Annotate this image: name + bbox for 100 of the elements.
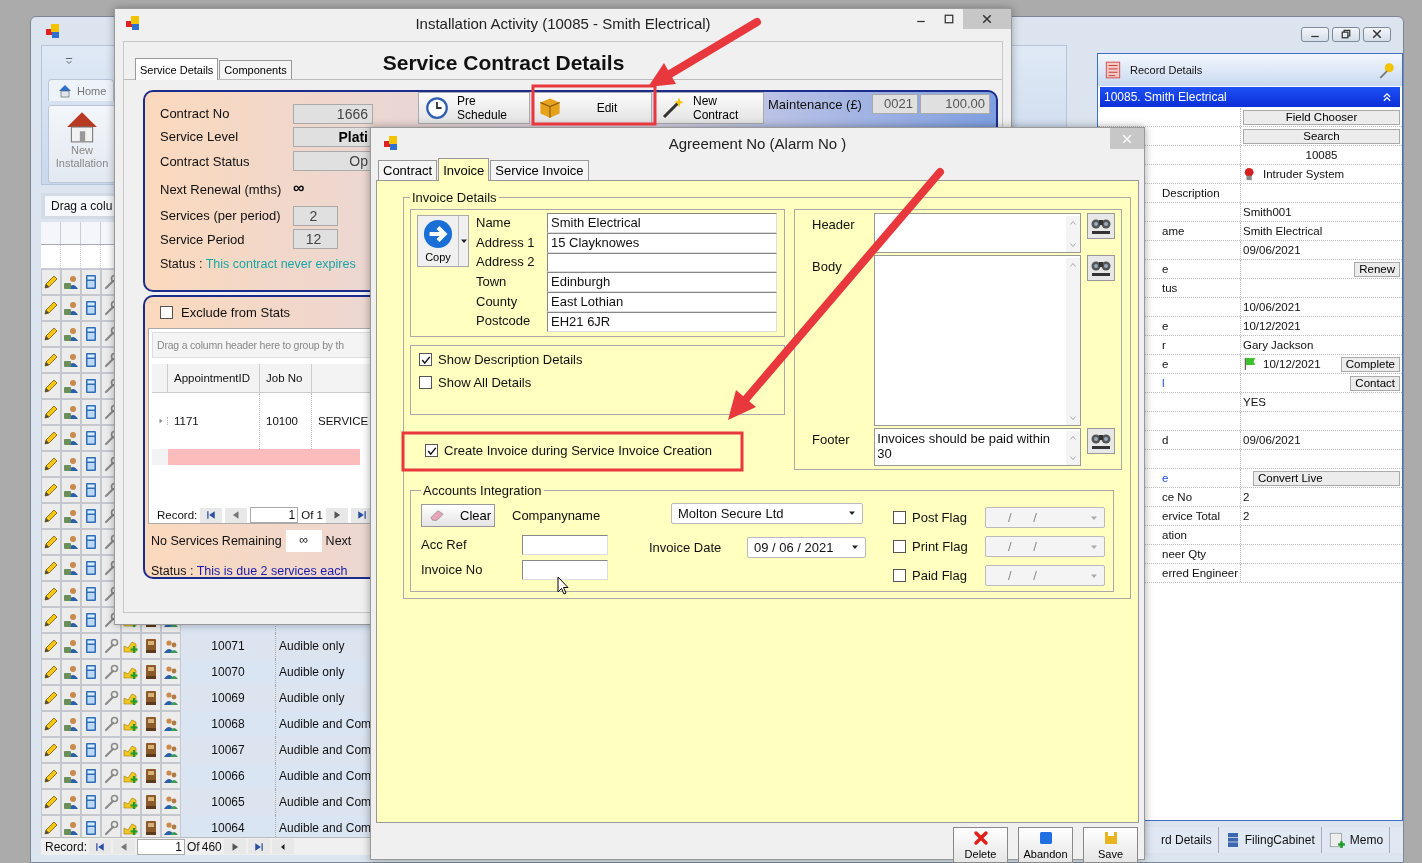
book-icon <box>143 768 159 784</box>
calculator-icon <box>83 378 99 394</box>
person-icon <box>63 716 79 732</box>
scroll-left-button[interactable] <box>271 839 294 854</box>
pencil-icon <box>43 690 59 706</box>
clear-button[interactable]: Clear <box>421 503 495 527</box>
input-field[interactable] <box>522 559 608 580</box>
person-icon <box>63 664 79 680</box>
toolbar-button[interactable]: Pre Schedule <box>418 92 530 124</box>
page-field[interactable]: 1 <box>250 507 299 523</box>
field-value: Intruder System <box>1263 168 1345 180</box>
copy-button[interactable]: Copy <box>417 215 469 267</box>
field-value: 10/12/2021 <box>1263 358 1321 370</box>
app-icon <box>125 15 141 31</box>
next-button[interactable] <box>223 839 246 854</box>
text-area[interactable] <box>874 213 1082 253</box>
value-field: Op <box>293 151 373 171</box>
spell-check-button[interactable] <box>1087 213 1115 239</box>
checkbox[interactable] <box>425 444 438 457</box>
field-label: erred Engineer <box>1162 567 1239 579</box>
house-icon <box>65 110 99 144</box>
checkbox[interactable] <box>419 353 432 366</box>
date-picker[interactable]: 09 / 06 / 2021 <box>747 536 866 558</box>
scroll-down-icon <box>1069 454 1078 462</box>
input-field[interactable] <box>547 253 777 272</box>
input-field[interactable] <box>522 534 608 555</box>
toolbar-button[interactable]: Edit <box>532 92 652 124</box>
close-icon <box>1372 29 1382 39</box>
checkbox[interactable] <box>893 540 906 553</box>
scroll-up-icon <box>1069 261 1078 269</box>
status-text: Status : This contract never expires <box>160 257 356 271</box>
panel-button[interactable]: Convert Live <box>1253 470 1400 486</box>
tab[interactable]: Invoice <box>438 158 490 181</box>
collapse-icon <box>1382 92 1392 102</box>
status-text: Status : This is due 2 services each <box>150 564 348 578</box>
checkbox[interactable] <box>893 511 906 524</box>
field-link[interactable]: e <box>1162 472 1169 484</box>
calculator-icon <box>83 664 99 680</box>
panel-button[interactable]: Complete <box>1340 356 1400 372</box>
input-field[interactable]: Smith Electrical <box>547 213 777 233</box>
toolbar-button[interactable]: New Contract <box>654 92 764 124</box>
pencil-icon <box>43 560 59 576</box>
checkbox[interactable] <box>893 569 906 582</box>
field-value: 09/06/2021 <box>1243 434 1301 446</box>
column-header[interactable]: Job No <box>260 364 312 392</box>
last-button[interactable] <box>350 507 373 523</box>
wrench-icon <box>103 820 119 836</box>
restore-button[interactable] <box>1332 26 1360 42</box>
company-dropdown[interactable]: Molton Secure Ltd <box>671 502 863 524</box>
input-field[interactable]: 15 Clayknowes <box>547 233 777 253</box>
dialog-button[interactable]: Abandon <box>1018 827 1073 863</box>
checkbox[interactable] <box>160 306 173 319</box>
field-label: Next <box>325 534 352 548</box>
next-button[interactable] <box>325 507 348 523</box>
field-label: ation <box>1162 529 1187 541</box>
ribbon-tab[interactable]: Home <box>48 79 114 101</box>
field-label: e <box>1162 358 1169 370</box>
calculator-icon <box>83 300 99 316</box>
last-button[interactable] <box>247 839 270 854</box>
column-header[interactable]: AppointmentID <box>168 364 260 392</box>
calculator-icon <box>83 456 99 472</box>
input-field[interactable]: East Lothian <box>547 292 777 312</box>
tab[interactable]: Contract <box>378 160 438 180</box>
panel-button[interactable]: Field Chooser <box>1243 109 1400 125</box>
field-label: ce No <box>1162 491 1193 503</box>
spell-check-button[interactable] <box>1087 255 1115 281</box>
previous-button[interactable] <box>113 839 136 854</box>
first-button[interactable] <box>89 839 112 854</box>
spell-check-button[interactable] <box>1087 428 1115 454</box>
field-label: Service Period <box>160 231 246 247</box>
input-field[interactable]: EH21 6JR <box>547 312 777 332</box>
tab[interactable]: Components <box>219 60 292 79</box>
value-field: 100.00 <box>920 94 990 114</box>
text-area[interactable]: Invoices should be paid within 30 <box>874 428 1082 466</box>
first-button[interactable] <box>200 507 223 523</box>
pager-label: Record: <box>45 839 88 854</box>
person-icon <box>63 794 79 810</box>
bottom-tab[interactable]: FilingCabinet <box>1218 827 1322 853</box>
table-cell-text: Audible and Com <box>278 742 373 759</box>
tab[interactable]: Service Invoice <box>490 160 589 180</box>
panel-button[interactable]: Contact <box>1350 375 1400 391</box>
close-button[interactable] <box>1363 26 1391 42</box>
text-area[interactable] <box>874 255 1082 426</box>
checkbox[interactable] <box>419 376 432 389</box>
bottom-tab[interactable]: Memo <box>1321 827 1391 853</box>
dialog-button[interactable]: Save <box>1083 827 1138 863</box>
tab[interactable]: Service Details <box>135 58 219 80</box>
field-link[interactable]: l <box>1162 377 1165 389</box>
dialog-button[interactable]: Delete <box>953 827 1008 863</box>
calculator-icon <box>83 612 99 628</box>
field-value: Smith Electrical <box>1243 225 1323 237</box>
input-field[interactable]: Edinburgh <box>547 272 777 292</box>
previous-button[interactable] <box>225 507 248 523</box>
check-icon <box>426 445 437 456</box>
bottom-tab[interactable]: rd Details <box>1155 827 1219 853</box>
panel-button[interactable]: Renew <box>1354 261 1400 277</box>
delete-icon <box>972 830 989 846</box>
panel-button[interactable]: Search <box>1243 128 1400 144</box>
record-header[interactable]: 10085. Smith Electrical <box>1100 87 1400 107</box>
page-field[interactable]: 1 <box>137 838 186 855</box>
